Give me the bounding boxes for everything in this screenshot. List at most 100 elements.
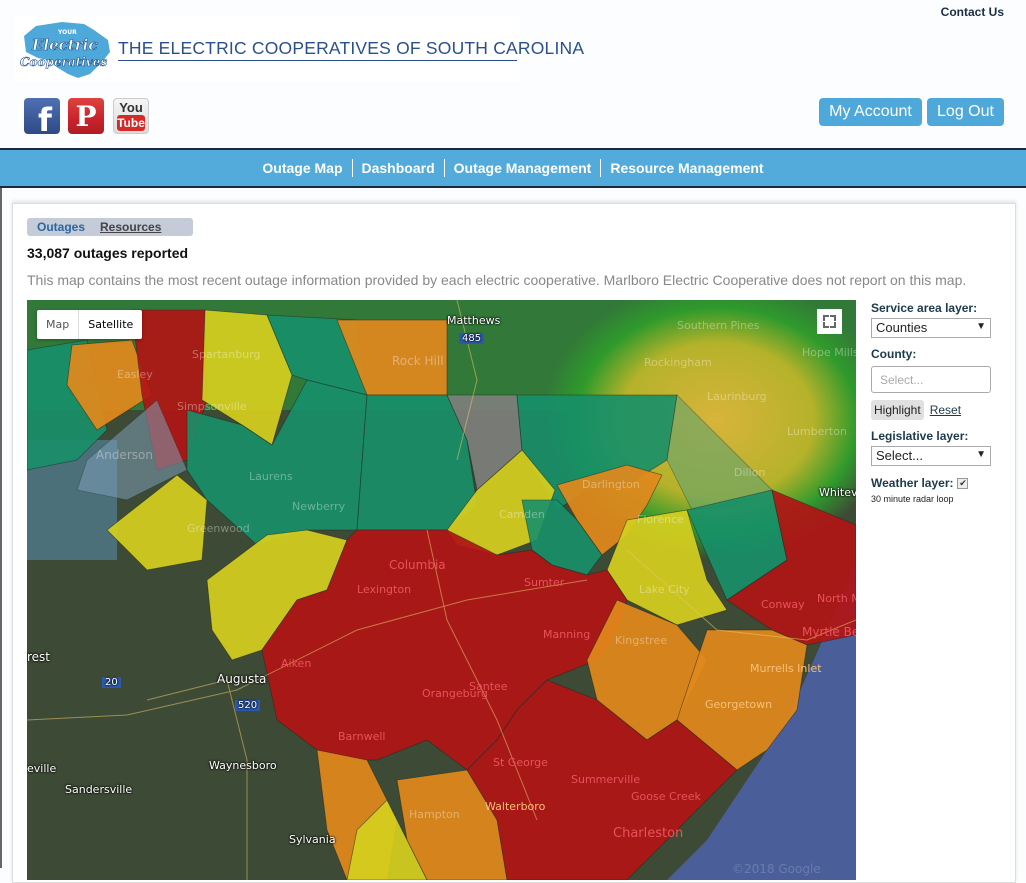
site-logo[interactable]: YOUR Electric Cooperatives THE ELECTRIC … — [14, 16, 584, 82]
map-label: Whitevi — [819, 486, 856, 499]
logo-underline — [118, 60, 517, 61]
sc-cooperatives-logo-icon: YOUR Electric Cooperatives — [20, 22, 110, 78]
weather-checkbox[interactable]: ✔ — [957, 477, 969, 489]
map-label: Southern Pines — [677, 319, 760, 332]
map-label: Simpsonville — [177, 400, 247, 413]
my-account-button[interactable]: My Account — [819, 98, 922, 126]
tab-outages[interactable]: Outages — [37, 220, 85, 234]
map-disclaimer: This map contains the most recent outage… — [27, 272, 967, 288]
map-label: Hope Mills — [802, 346, 856, 359]
map-type-map-button[interactable]: Map — [37, 310, 80, 339]
nav-resource-management[interactable]: Resource Management — [601, 150, 772, 186]
service-area-label: Service area layer: — [871, 301, 978, 315]
interstate-shield: 520 — [235, 700, 261, 711]
map-label: Kingstree — [615, 634, 668, 647]
county-label: County: — [871, 347, 917, 361]
map-type-satellite-button[interactable]: Satellite — [79, 310, 142, 339]
chevron-down-icon: ▼ — [976, 449, 986, 460]
pinterest-icon: P — [75, 100, 97, 133]
youtube-icon-tube: Tube — [117, 115, 145, 131]
service-area-select[interactable]: Counties ▼ — [871, 318, 991, 338]
map-label: Sandersville — [65, 783, 133, 796]
weather-label: Weather layer: — [871, 476, 954, 490]
map-label: Conway — [761, 598, 805, 611]
map-label: Darlington — [582, 478, 640, 491]
map-label: Waynesboro — [209, 759, 277, 772]
map-controls: Service area layer: Counties ▼ County: S… — [871, 301, 1011, 504]
svg-text:Cooperatives: Cooperatives — [20, 55, 107, 69]
interstate-shield: 485 — [459, 333, 485, 344]
map-label: Dillon — [734, 466, 766, 479]
map-label: Walterboro — [485, 800, 546, 813]
map-label: Camden — [499, 508, 545, 521]
log-out-button[interactable]: Log Out — [927, 98, 1004, 126]
outage-map[interactable]: Matthews 485 Rock Hill Southern Pines Ro… — [27, 300, 856, 880]
map-label: Lumberton — [787, 425, 847, 438]
radar-note: 30 minute radar loop — [871, 494, 954, 504]
map-label: Anderson — [96, 448, 153, 462]
nav-outage-management[interactable]: Outage Management — [445, 150, 601, 186]
legislative-select[interactable]: Select... ▼ — [871, 446, 991, 466]
tab-resources[interactable]: Resources — [100, 220, 161, 234]
map-label: Laurens — [249, 470, 293, 483]
map-label: Rock Hill — [392, 354, 444, 368]
map-copyright: ©2018 Google — [732, 862, 821, 876]
map-label: Easley — [117, 368, 153, 381]
map-label: Santee — [469, 680, 508, 693]
map-label: Greenwood — [187, 522, 250, 535]
pinterest-button[interactable]: P — [68, 98, 104, 134]
reset-link[interactable]: Reset — [930, 403, 961, 417]
map-label: Summerville — [571, 773, 641, 786]
map-canvas[interactable] — [27, 300, 856, 880]
service-area-value: Counties — [876, 320, 928, 335]
youtube-button[interactable]: You Tube — [113, 98, 149, 134]
nav-dashboard[interactable]: Dashboard — [353, 150, 444, 186]
map-label: rest — [27, 650, 51, 664]
contact-us-link[interactable]: Contact Us — [941, 5, 1004, 19]
map-label: Florence — [637, 513, 684, 526]
legislative-label: Legislative layer: — [871, 429, 969, 443]
nav-outage-map[interactable]: Outage Map — [253, 150, 351, 186]
county-input[interactable]: Select... — [871, 366, 991, 393]
map-label: Georgetown — [705, 698, 773, 711]
map-label: Laurinburg — [707, 390, 767, 403]
map-label: Myrtle Beach — [802, 625, 856, 639]
map-label: Spartanburg — [192, 348, 261, 361]
map-label: Charleston — [613, 826, 684, 841]
site-header: YOUR Electric Cooperatives THE ELECTRIC … — [0, 0, 1026, 148]
chevron-down-icon: ▼ — [976, 321, 986, 332]
outage-count: 33,087 outages reported — [27, 245, 189, 261]
map-label: St George — [493, 756, 548, 769]
map-label: Manning — [543, 628, 591, 641]
map-label: Murrells Inlet — [750, 662, 822, 675]
map-label: Matthews — [447, 314, 501, 327]
map-label: Barnwell — [338, 730, 386, 743]
content-panel: Outages Resources 33,087 outages reporte… — [12, 203, 1016, 883]
map-type-control: Map Satellite — [37, 310, 143, 339]
map-label: Lexington — [357, 583, 412, 596]
legislative-value: Select... — [876, 448, 923, 463]
map-label: Rockingham — [644, 356, 712, 369]
highlight-button[interactable]: Highlight — [871, 400, 924, 420]
map-label: Columbia — [389, 558, 446, 572]
svg-text:YOUR: YOUR — [57, 29, 77, 36]
svg-text:Electric: Electric — [31, 36, 97, 54]
map-label: North M — [817, 592, 856, 605]
interstate-shield: 20 — [102, 677, 121, 688]
map-label: eville — [27, 762, 57, 775]
map-label: Goose Creek — [631, 790, 701, 803]
fullscreen-button[interactable] — [817, 309, 842, 334]
map-label: Lake City — [639, 583, 690, 596]
map-label: Newberry — [292, 500, 346, 513]
map-label: Sylvania — [289, 833, 336, 846]
map-label: Aiken — [281, 657, 312, 670]
org-name: THE ELECTRIC COOPERATIVES OF SOUTH CAROL… — [118, 38, 585, 58]
youtube-icon-you: You — [119, 100, 143, 115]
facebook-button[interactable]: f — [24, 98, 60, 134]
view-tabs: Outages Resources — [27, 218, 193, 236]
facebook-icon: f — [38, 101, 52, 134]
map-label: Augusta — [217, 672, 267, 686]
map-label: Hampton — [409, 808, 460, 821]
main-nav: Outage Map Dashboard Outage Management R… — [0, 148, 1026, 188]
map-label: Sumter — [524, 576, 565, 589]
